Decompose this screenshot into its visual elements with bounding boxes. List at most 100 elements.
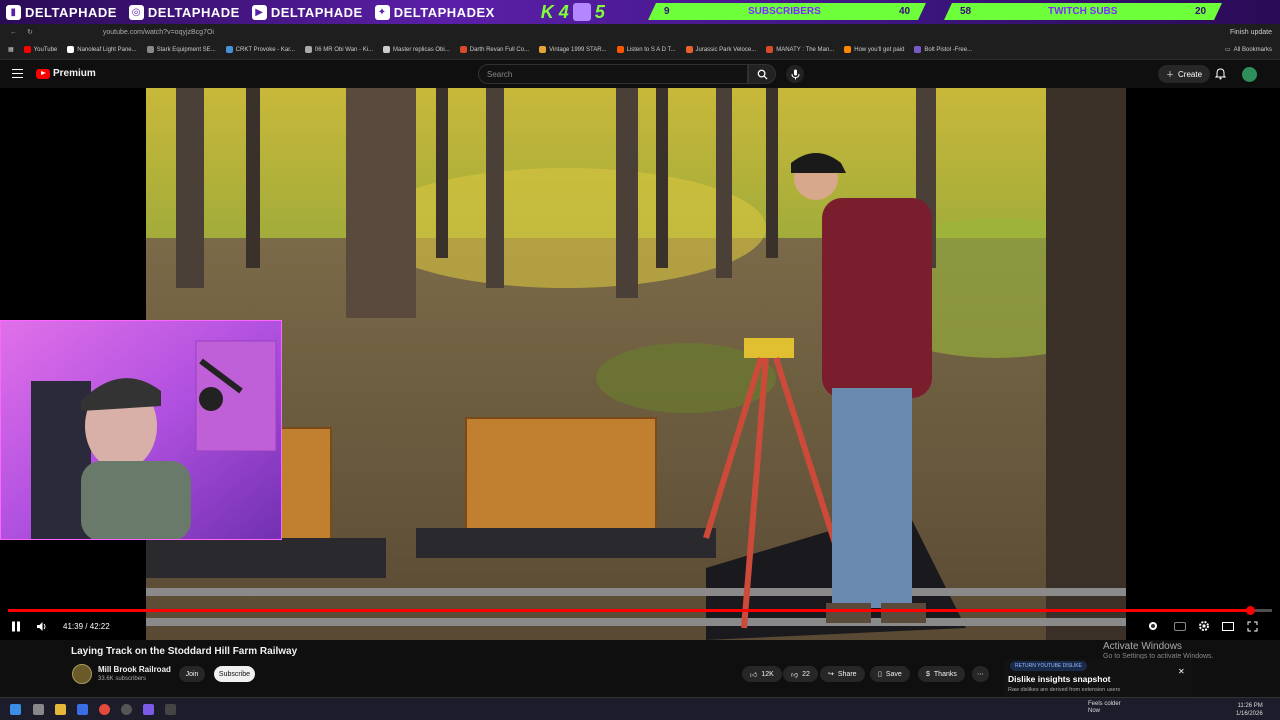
windows-start-icon[interactable] bbox=[10, 704, 21, 715]
bookmark-favicon-icon bbox=[616, 46, 624, 53]
voice-search-button[interactable] bbox=[786, 65, 804, 83]
bookmark-item[interactable]: Darth Revan Full Co... bbox=[459, 46, 529, 53]
seek-bar[interactable] bbox=[8, 606, 1272, 615]
twitch-subs-goal-bar: 58 TWITCH SUBS 20 bbox=[944, 3, 1222, 20]
bookmark-item[interactable]: Nanoleaf Light Pane... bbox=[67, 46, 137, 53]
back-icon[interactable]: ← bbox=[10, 29, 17, 36]
bookmark-label: CRKT Provoke - Kar... bbox=[235, 46, 295, 53]
bookmark-item[interactable]: Vintage 1999 STAR... bbox=[539, 46, 607, 53]
autoplay-toggle[interactable] bbox=[1146, 619, 1160, 633]
weather-widget[interactable]: Feels colder Now bbox=[1088, 701, 1121, 715]
channel-avatar[interactable] bbox=[72, 664, 92, 684]
chrome-icon[interactable] bbox=[99, 704, 110, 715]
youtube-logo[interactable]: Premium bbox=[36, 68, 96, 79]
search-button[interactable] bbox=[748, 64, 776, 84]
screen: ▮ DELTAPHADE ◎ DELTAPHADE ▶ DELTAPHADE ✦ DEL… bbox=[0, 0, 1280, 720]
social-handle: DELTAPHADE bbox=[270, 4, 363, 20]
save-button[interactable]: ▯ Save bbox=[870, 666, 910, 682]
bookmark-favicon-icon bbox=[225, 46, 233, 53]
social-twitch: ▮ DELTAPHADE bbox=[0, 0, 123, 24]
bookmark-item[interactable]: Master replicas Obi... bbox=[383, 46, 450, 53]
subscribe-button[interactable]: Subscribe bbox=[214, 666, 255, 682]
twitch-icon: ▮ bbox=[6, 4, 21, 20]
file-explorer-icon[interactable] bbox=[55, 704, 66, 715]
thumbs-down-icon: 👎︎ bbox=[791, 671, 799, 679]
bookmark-label: Vintage 1999 STAR... bbox=[549, 46, 607, 53]
bookmark-item[interactable]: CRKT Provoke - Kar... bbox=[225, 46, 295, 53]
bookmark-item[interactable]: How you'll get paid bbox=[844, 46, 904, 53]
gear-icon bbox=[1199, 621, 1209, 631]
goal-label: TWITCH SUBS bbox=[1048, 6, 1118, 17]
all-bookmarks-label: All Bookmarks bbox=[1233, 46, 1272, 53]
video-frame[interactable] bbox=[146, 88, 1126, 640]
fullscreen-button[interactable] bbox=[1245, 619, 1259, 633]
theater-mode-button[interactable] bbox=[1221, 619, 1235, 633]
task-view-icon[interactable] bbox=[33, 704, 44, 715]
obs-icon[interactable] bbox=[121, 704, 132, 715]
time-display: 41:39 / 42:22 bbox=[63, 622, 110, 631]
apps-icon[interactable]: ▦ bbox=[8, 46, 14, 53]
browser-address-bar[interactable]: ← ↻ youtube.com/watch?v=oqyjzBcg7Oi Fini… bbox=[0, 24, 1280, 40]
dislike-panel-subtitle: Raw dislikes are derived from extension … bbox=[1008, 687, 1121, 693]
pause-button[interactable] bbox=[9, 619, 23, 633]
like-button[interactable]: 👍︎ 12K bbox=[742, 666, 782, 682]
url-text[interactable]: youtube.com/watch?v=oqyjzBcg7Oi bbox=[103, 29, 214, 36]
bookmark-label: Jurassic Park Veloce... bbox=[695, 46, 757, 53]
share-button[interactable]: ↪ Share bbox=[820, 666, 865, 682]
bookmark-item[interactable]: Stark Equipment SE... bbox=[146, 46, 216, 53]
bookmark-icon: ▯ bbox=[878, 671, 882, 678]
bookmark-label: Stark Equipment SE... bbox=[156, 46, 216, 53]
search-input[interactable]: Search bbox=[478, 64, 748, 84]
app-icon[interactable] bbox=[77, 704, 88, 715]
youtube-header: Premium Search ＋ Create bbox=[0, 60, 1280, 88]
social-handle: DELTAPHADE bbox=[147, 4, 240, 20]
video-title: Laying Track on the Stoddard Hill Farm R… bbox=[71, 646, 298, 657]
channel-name[interactable]: Mill Brook Railroad bbox=[98, 665, 171, 674]
join-button[interactable]: Join bbox=[179, 666, 205, 682]
seek-bar-played bbox=[8, 609, 1251, 612]
pause-icon bbox=[12, 621, 20, 631]
bookmark-item[interactable]: Listen to S A D T... bbox=[616, 46, 676, 53]
account-avatar[interactable] bbox=[1242, 67, 1257, 82]
windows-taskbar: Feels colder Now 11:26 PM 1/16/2026 bbox=[0, 697, 1280, 720]
bookmark-favicon-icon bbox=[539, 46, 547, 53]
social-youtube: ▶ DELTAPHADE bbox=[246, 0, 369, 24]
volume-button[interactable] bbox=[35, 619, 49, 633]
bookmark-label: Nanoleaf Light Pane... bbox=[77, 46, 137, 53]
bookmark-favicon-icon bbox=[459, 46, 467, 53]
notifications-button[interactable] bbox=[1213, 67, 1227, 81]
dislike-button[interactable]: 👎︎ 22 bbox=[783, 666, 818, 682]
autoplay-icon bbox=[1149, 622, 1157, 630]
microphone-icon bbox=[791, 69, 799, 79]
instagram-icon: ◎ bbox=[128, 4, 144, 20]
thanks-button[interactable]: $ Thanks bbox=[918, 666, 965, 682]
plus-icon: ＋ bbox=[1166, 69, 1174, 79]
bookmark-item[interactable]: Jurassic Park Veloce... bbox=[685, 46, 757, 53]
bookmark-label: YouTube bbox=[33, 46, 58, 53]
bookmark-favicon-icon bbox=[685, 46, 693, 53]
settings-button[interactable] bbox=[1197, 619, 1211, 633]
all-bookmarks-button[interactable]: ▭ All Bookmarks bbox=[1225, 46, 1272, 54]
bookmark-item[interactable]: Bolt Pistol -Free... bbox=[914, 46, 972, 53]
finish-update-button[interactable]: Finish update bbox=[1230, 29, 1272, 36]
bookmark-item[interactable]: 06 MR Obi Wan - Ki... bbox=[304, 46, 373, 53]
create-button[interactable]: ＋ Create bbox=[1158, 65, 1211, 83]
app-icon[interactable] bbox=[165, 704, 176, 715]
goal-target: 20 bbox=[1194, 6, 1206, 17]
bookmark-item[interactable]: MANATY : The Man... bbox=[766, 46, 834, 53]
bookmark-label: Master replicas Obi... bbox=[393, 46, 450, 53]
taskbar-clock[interactable]: 11:26 PM 1/16/2026 bbox=[1236, 702, 1263, 718]
bookmark-label: How you'll get paid bbox=[854, 46, 905, 53]
menu-icon[interactable] bbox=[12, 69, 23, 78]
dislike-count: 22 bbox=[802, 670, 810, 678]
bookmark-favicon-icon bbox=[844, 46, 852, 53]
theater-icon bbox=[1222, 621, 1234, 631]
weather-title: Feels colder bbox=[1088, 701, 1121, 707]
close-icon[interactable]: ✕ bbox=[1178, 667, 1185, 676]
captions-button[interactable] bbox=[1173, 619, 1187, 633]
reload-icon[interactable]: ↻ bbox=[27, 28, 33, 36]
more-actions-button[interactable]: ⋯ bbox=[972, 666, 989, 682]
bookmark-favicon-icon bbox=[304, 46, 312, 53]
bookmark-item[interactable]: YouTube bbox=[23, 46, 58, 53]
discord-icon[interactable] bbox=[143, 704, 154, 715]
